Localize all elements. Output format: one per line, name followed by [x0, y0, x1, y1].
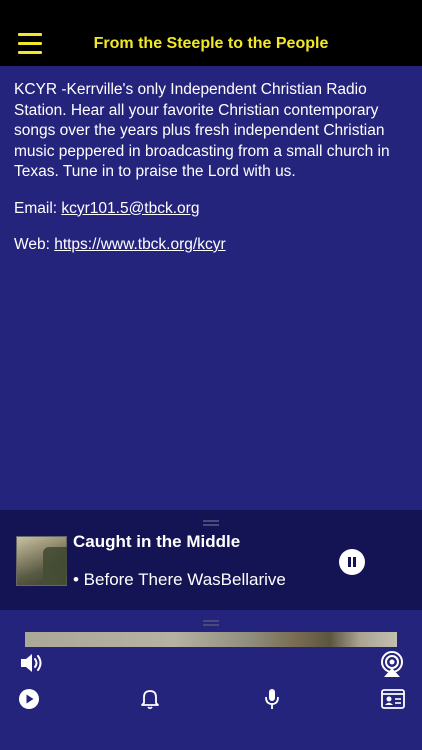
station-description: KCYR -Kerrville's only Independent Chris…: [14, 81, 390, 180]
station-info: KCYR -Kerrville's only Independent Chris…: [0, 66, 422, 510]
web-link[interactable]: https://www.tbck.org/kcyr: [54, 236, 225, 253]
email-label: Email:: [14, 199, 62, 217]
email-link[interactable]: kcyr101.5@tbck.org: [61, 200, 199, 217]
mini-player[interactable]: Caught in the Middle • Before There WasB…: [0, 510, 422, 610]
contact-card-icon[interactable]: [381, 689, 405, 709]
album-art: [16, 536, 67, 586]
artist-line: • Before There WasBellarive: [73, 570, 286, 589]
email-row: Email: kcyr101.5@tbck.org: [14, 199, 408, 220]
play-icon[interactable]: [18, 688, 40, 710]
banner-image: [25, 632, 397, 647]
pause-button[interactable]: [339, 549, 365, 575]
microphone-icon[interactable]: [263, 687, 281, 711]
bottom-bar: [0, 610, 422, 750]
bottom-drag-handle[interactable]: [203, 620, 219, 626]
bell-icon[interactable]: [141, 688, 159, 710]
web-row: Web: https://www.tbck.org/kcyr: [14, 235, 408, 256]
airplay-icon[interactable]: [378, 650, 406, 678]
page-title: From the Steeple to the People: [93, 35, 329, 52]
drag-handle[interactable]: [203, 520, 219, 526]
volume-icon[interactable]: [19, 651, 45, 675]
web-label: Web:: [14, 236, 55, 253]
song-title: Caught in the Middle: [73, 532, 241, 551]
top-bar: From the Steeple to the People: [0, 0, 422, 66]
